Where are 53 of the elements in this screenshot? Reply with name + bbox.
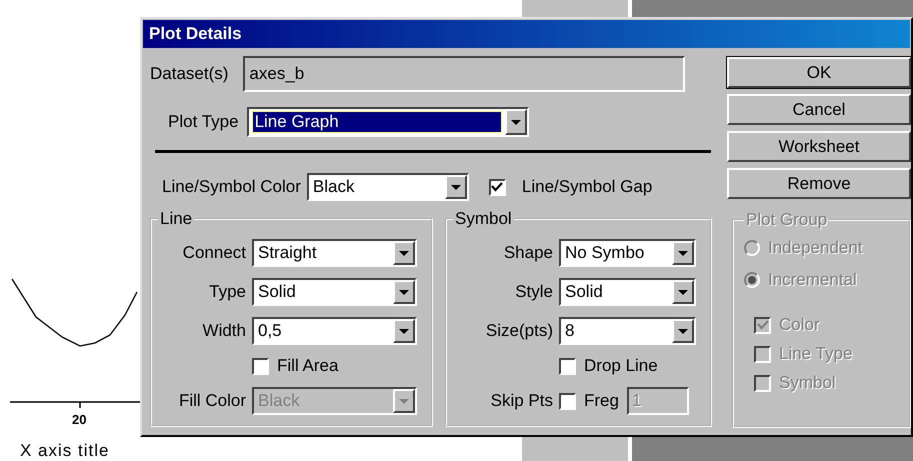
field-label: Connect [182,243,246,263]
caret-icon [678,250,688,256]
caret-icon [399,328,409,334]
checkbox[interactable] [559,358,576,374]
dialog-button[interactable]: Cancel [727,94,911,125]
dropdown[interactable]: Solid [559,278,696,306]
checkmark-icon [491,182,504,192]
dialog-button[interactable]: OK [727,57,911,88]
field-label: Style [515,282,553,302]
field-label: Skip Pts [490,391,553,411]
field-label: Line/Symbol Color [162,177,301,197]
field-label: Type [209,282,246,302]
group-title: Line [159,209,194,229]
dropdown[interactable]: Straight [252,239,417,267]
dataset-field: axes_b [243,56,686,92]
dialog-button[interactable]: Remove [727,168,911,199]
checkbox-label: Symbol [779,373,836,393]
caret-icon [399,398,409,404]
tick-label: 20 [72,412,86,427]
dropdown[interactable]: Solid [252,278,417,306]
radio-label: Incremental [768,270,857,290]
field-label: Width [202,321,246,341]
axis-title: X axis title [20,441,110,461]
caret-icon [399,250,409,256]
dropdown[interactable]: 8 [559,317,696,345]
caret-icon [510,120,521,124]
caret-icon [678,328,688,334]
dropdown[interactable]: 0,5 [252,317,417,345]
window-title: Plot Details [143,20,910,48]
checkbox-label: Drop Line [584,356,658,376]
caret-icon [678,290,688,294]
field-label: Shape [504,243,553,263]
field-label: Fill Color [178,391,246,411]
group-title: Plot Group [745,210,828,230]
field-label: Dataset(s) [150,64,228,84]
field-label: Plot Type [168,112,239,132]
group-title: Symbol [454,209,513,229]
caret-icon [399,290,409,294]
checkbox-label: Fill Area [277,356,338,376]
field-label: Size(pts) [486,321,553,341]
radio-label: Independent [768,238,863,258]
checkbox-label: Line/Symbol Gap [522,177,652,197]
dropdown[interactable]: No Symbo [559,239,696,267]
checkbox-label: Freg [584,391,619,411]
dropdown[interactable]: Black [306,173,469,201]
checkmark-icon [756,320,768,330]
checkbox[interactable] [252,358,269,374]
dialog-button[interactable]: Worksheet [727,131,911,162]
checkbox-label: Color [779,315,820,335]
checkbox[interactable] [488,178,506,196]
caret-icon [450,184,461,190]
dropdown[interactable]: Line Graph [246,107,529,137]
checkbox-label: Line Type [779,344,852,364]
